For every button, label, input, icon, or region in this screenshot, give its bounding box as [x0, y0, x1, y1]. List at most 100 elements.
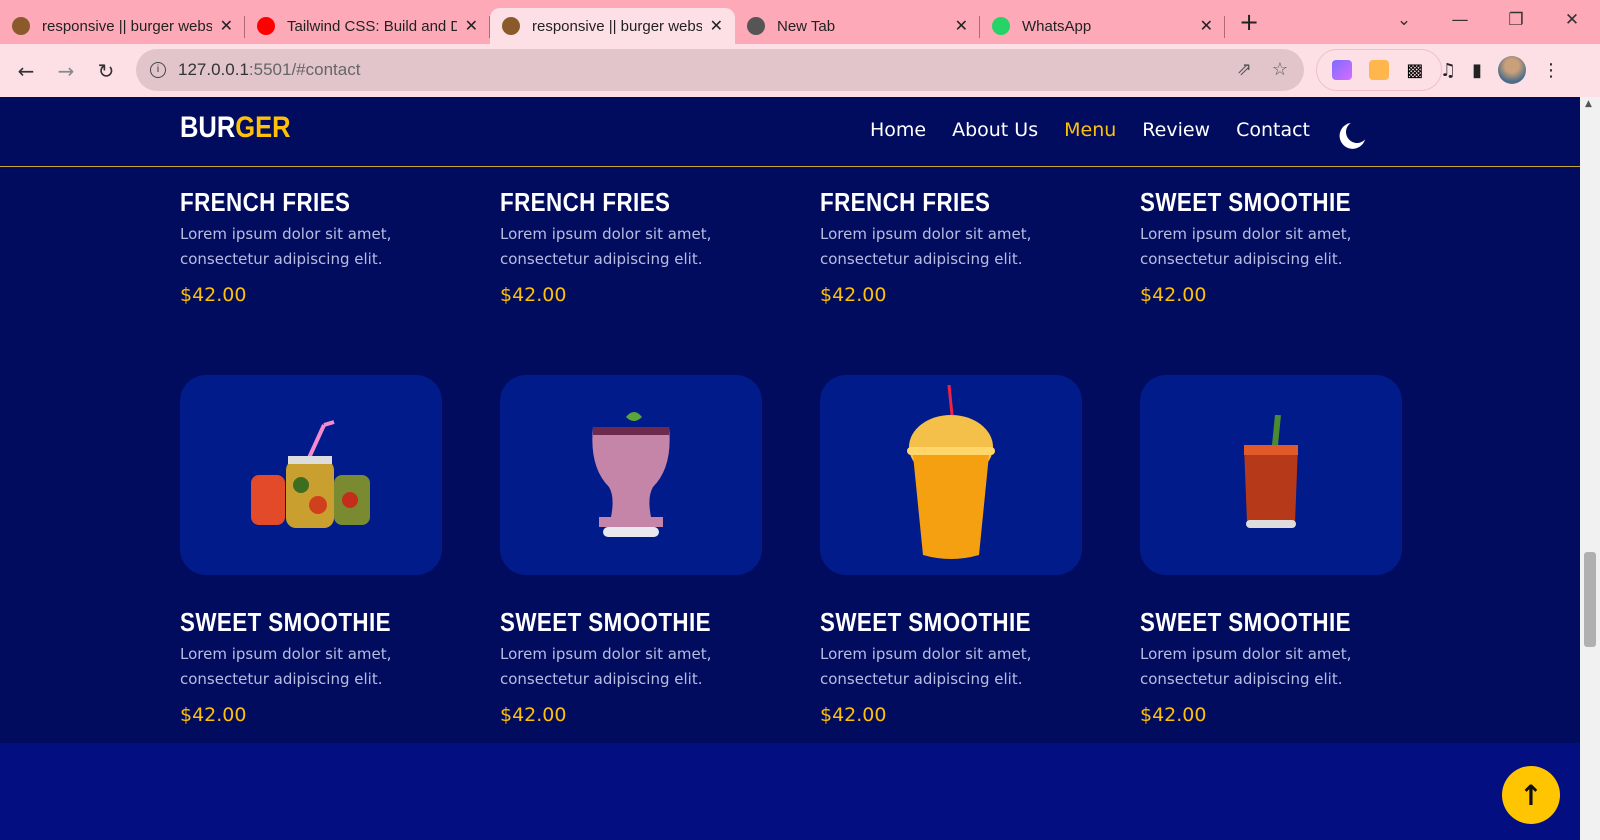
tab[interactable]: WhatsApp ✕	[980, 8, 1225, 44]
tab-title: responsive || burger webs	[42, 17, 212, 35]
menu-item-name: FRENCH FRIES	[180, 187, 351, 217]
fruit-jars-image	[180, 375, 442, 575]
next-section	[0, 743, 1580, 840]
nav-about-us[interactable]: About Us	[952, 119, 1038, 143]
logo[interactable]: BURGER	[180, 111, 291, 145]
burger-favicon	[502, 17, 520, 35]
berry-smoothie-image	[500, 375, 762, 575]
menu-item-image-card[interactable]	[180, 375, 442, 575]
back-icon[interactable]: ←	[6, 59, 46, 83]
puzzle-icon[interactable]: ▩	[1406, 60, 1426, 81]
logo-part: BUR	[180, 111, 236, 144]
forward-icon[interactable]: →	[46, 59, 86, 83]
youtube-icon	[257, 17, 275, 35]
menu-item-name: SWEET SMOOTHIE	[1140, 187, 1351, 217]
menu-item-price: $42.00	[180, 284, 247, 306]
close-window-icon[interactable]: ✕	[1544, 10, 1600, 30]
media-icon[interactable]: ♫	[1440, 60, 1456, 81]
menu-item: SWEET SMOOTHIE Lorem ipsum dolor sit amet…	[1140, 375, 1402, 726]
address-bar-row: ← → ↻ i 127.0.0.1:5501/#contact ⇗ ☆ ▩ ♫ ▮…	[0, 44, 1600, 97]
scrollbar[interactable]: ▲	[1580, 97, 1600, 840]
web-page: BURGER Home About Us Menu Review Contact FRE…	[0, 97, 1580, 840]
burger-favicon	[12, 17, 30, 35]
menu-item: FRENCH FRIES Lorem ipsum dolor sit amet, …	[820, 187, 1082, 306]
menu-item-price: $42.00	[820, 284, 887, 306]
menu-item-description: Lorem ipsum dolor sit amet, consectetur …	[180, 225, 392, 268]
menu-item-price: $42.00	[180, 704, 247, 726]
menu-item-price: $42.00	[500, 704, 567, 726]
extension-icon[interactable]	[1331, 60, 1352, 80]
menu-item-description: Lorem ipsum dolor sit amet, consectetur …	[500, 225, 712, 268]
whatsapp-icon	[992, 17, 1010, 35]
menu-item-description: Lorem ipsum dolor sit amet, consectetur …	[820, 645, 1032, 688]
tab-divider	[1224, 16, 1225, 38]
arrow-up-icon: ↑	[1519, 778, 1543, 812]
profile-avatar[interactable]	[1498, 56, 1527, 84]
menu-item-description: Lorem ipsum dolor sit amet, consectetur …	[820, 225, 1032, 268]
menu-item-price: $42.00	[1140, 704, 1207, 726]
menu-item: SWEET SMOOTHIE Lorem ipsum dolor sit amet…	[180, 375, 442, 726]
menu-item-name: FRENCH FRIES	[500, 187, 671, 217]
menu-item-name: SWEET SMOOTHIE	[820, 607, 1031, 637]
share-icon[interactable]: ⇗	[1237, 59, 1252, 80]
menu-item-price: $42.00	[820, 704, 887, 726]
close-tab-icon[interactable]: ✕	[465, 16, 478, 36]
tab-bar: responsive || burger webs ✕ Tailwind CSS: …	[0, 0, 1600, 44]
site-header: BURGER Home About Us Menu Review Contact	[0, 97, 1580, 167]
close-tab-icon[interactable]: ✕	[710, 16, 723, 36]
menu-item-name: SWEET SMOOTHIE	[500, 607, 711, 637]
close-tab-icon[interactable]: ✕	[955, 16, 968, 36]
new-tab-button[interactable]: +	[1239, 8, 1259, 36]
url-host: 127.0.0.1	[178, 60, 249, 79]
menu-item: SWEET SMOOTHIE Lorem ipsum dolor sit amet…	[500, 375, 762, 726]
scrollbar-thumb[interactable]	[1584, 552, 1596, 647]
dark-mode-moon-icon[interactable]	[1344, 119, 1369, 144]
url-input[interactable]: i 127.0.0.1:5501/#contact ⇗ ☆	[136, 49, 1304, 91]
mango-smoothie-image	[820, 375, 1082, 575]
menu-item-image-card[interactable]	[1140, 375, 1402, 575]
tab-search-icon[interactable]: ⌄	[1376, 10, 1432, 30]
tab[interactable]: New Tab ✕	[735, 8, 980, 44]
tab[interactable]: Tailwind CSS: Build and De ✕	[245, 8, 490, 44]
menu-item-name: SWEET SMOOTHIE	[180, 607, 391, 637]
nav-menu[interactable]: Menu	[1064, 119, 1116, 143]
tab[interactable]: responsive || burger webs ✕	[490, 8, 735, 44]
menu-dots-icon[interactable]: ⋮	[1542, 60, 1560, 81]
menu-item-image-card[interactable]	[500, 375, 762, 575]
scroll-to-top-button[interactable]: ↑	[1502, 766, 1560, 824]
extension-icon[interactable]	[1368, 60, 1389, 80]
side-panel-icon[interactable]: ▮	[1472, 60, 1482, 81]
nav-review[interactable]: Review	[1142, 119, 1210, 143]
bookmark-star-icon[interactable]: ☆	[1272, 59, 1288, 80]
close-tab-icon[interactable]: ✕	[220, 16, 233, 36]
extensions-group: ▩	[1316, 49, 1442, 91]
menu-item: FRENCH FRIES Lorem ipsum dolor sit amet, …	[500, 187, 762, 306]
menu-item-description: Lorem ipsum dolor sit amet, consectetur …	[180, 645, 392, 688]
menu-item: SWEET SMOOTHIE Lorem ipsum dolor sit amet…	[1140, 187, 1402, 306]
tab-title: Tailwind CSS: Build and De	[287, 17, 457, 35]
tab-title: New Tab	[777, 17, 836, 35]
menu-item-description: Lorem ipsum dolor sit amet, consectetur …	[500, 645, 712, 688]
nav-home[interactable]: Home	[870, 119, 926, 143]
tab[interactable]: responsive || burger webs ✕	[0, 8, 245, 44]
tab-title: WhatsApp	[1022, 17, 1092, 35]
minimize-icon[interactable]: —	[1432, 10, 1488, 30]
scroll-up-icon[interactable]: ▲	[1585, 99, 1592, 109]
main-nav: Home About Us Menu Review Contact	[870, 119, 1368, 143]
menu-item-description: Lorem ipsum dolor sit amet, consectetur …	[1140, 225, 1352, 268]
menu-item-price: $42.00	[1140, 284, 1207, 306]
menu-item-image-card[interactable]	[820, 375, 1082, 575]
restore-icon[interactable]: ❐	[1488, 10, 1544, 30]
menu-item: SWEET SMOOTHIE Lorem ipsum dolor sit amet…	[820, 375, 1082, 726]
menu-item: FRENCH FRIES Lorem ipsum dolor sit amet, …	[180, 187, 442, 306]
reload-icon[interactable]: ↻	[86, 59, 126, 83]
menu-item-name: SWEET SMOOTHIE	[1140, 607, 1351, 637]
close-tab-icon[interactable]: ✕	[1200, 16, 1213, 36]
nav-contact[interactable]: Contact	[1236, 119, 1310, 143]
info-icon[interactable]: i	[150, 62, 166, 78]
tomato-juice-image	[1140, 375, 1402, 575]
menu-item-description: Lorem ipsum dolor sit amet, consectetur …	[1140, 645, 1352, 688]
url-path: :5501/#contact	[248, 60, 361, 79]
logo-part-accent: GER	[235, 111, 291, 144]
menu-item-name: FRENCH FRIES	[820, 187, 991, 217]
